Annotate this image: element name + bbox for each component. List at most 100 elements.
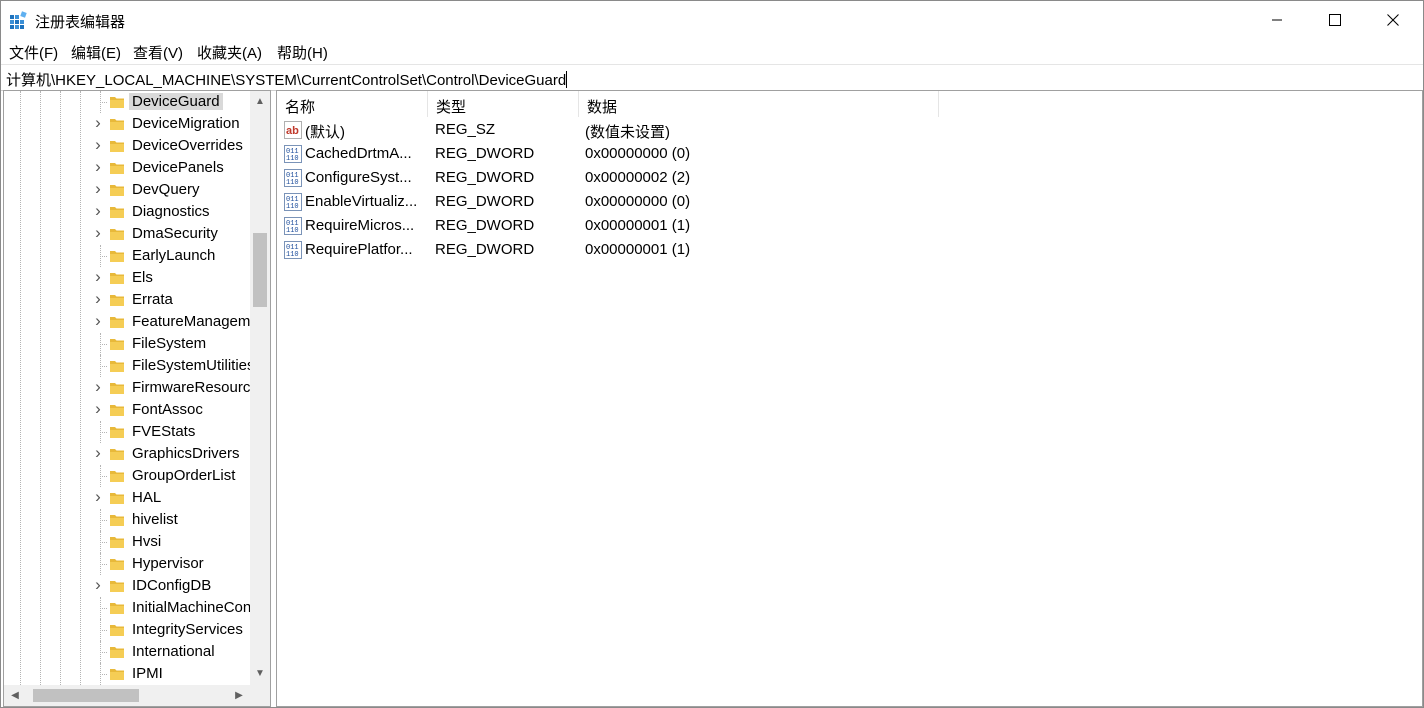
tree-node[interactable]: › Errata <box>4 289 250 311</box>
column-divider[interactable] <box>938 91 939 117</box>
tree-node[interactable]: › DeviceOverrides <box>4 135 250 157</box>
expand-chevron-icon[interactable]: › <box>92 576 104 593</box>
expand-chevron-icon[interactable]: › <box>92 224 104 241</box>
tree-node-label[interactable]: GroupOrderList <box>132 467 235 484</box>
tree-node[interactable]: › DevicePanels <box>4 157 250 179</box>
tree-node[interactable]: FileSystem <box>4 333 250 355</box>
tree-node-label[interactable]: DevQuery <box>132 181 200 198</box>
tree-vertical-scrollbar[interactable]: ▲ ▼ <box>250 91 270 685</box>
value-row[interactable]: 011 110 RequireMicros... REG_DWORD 0x0000000… <box>277 214 977 238</box>
tree-node-label[interactable]: DmaSecurity <box>132 225 218 242</box>
tree-node-label[interactable]: IntegrityServices <box>132 621 243 638</box>
tree-node[interactable]: InitialMachineConfig <box>4 597 250 619</box>
address-bar[interactable]: 计算机\HKEY_LOCAL_MACHINE\SYSTEM\CurrentCon… <box>1 64 1423 91</box>
tree-node[interactable]: › FontAssoc <box>4 399 250 421</box>
tree-node[interactable]: FVEStats <box>4 421 250 443</box>
tree-node-label[interactable]: FileSystem <box>132 335 206 352</box>
tree-node-label[interactable]: FileSystemUtilities <box>132 357 250 374</box>
tree-node[interactable]: International <box>4 641 250 663</box>
tree-node-label[interactable]: GraphicsDrivers <box>132 445 240 462</box>
expand-chevron-icon[interactable]: › <box>92 202 104 219</box>
tree-node-label[interactable]: Errata <box>132 291 173 308</box>
maximize-button[interactable] <box>1306 1 1364 39</box>
column-header-data[interactable]: 数据 <box>579 91 939 117</box>
tree-node[interactable]: FileSystemUtilities <box>4 355 250 377</box>
tree-node[interactable]: › DeviceMigration <box>4 113 250 135</box>
scroll-down-arrow[interactable]: ▼ <box>250 665 270 683</box>
tree-horizontal-scrollbar[interactable]: ◀ ▶ <box>4 685 250 706</box>
value-row[interactable]: 011 110 ConfigureSyst... REG_DWORD 0x0000000… <box>277 166 977 190</box>
tree-node[interactable]: › HAL <box>4 487 250 509</box>
horizontal-scroll-thumb[interactable] <box>33 689 139 702</box>
tree-node-label[interactable]: hivelist <box>132 511 178 528</box>
tree-node-label[interactable]: DevicePanels <box>132 159 224 176</box>
tree-node-label[interactable]: IPMI <box>132 665 163 682</box>
address-bar-container[interactable]: 计算机\HKEY_LOCAL_MACHINE\SYSTEM\CurrentCon… <box>6 69 568 90</box>
tree-node-label[interactable]: FVEStats <box>132 423 195 440</box>
tree-node-label[interactable]: Diagnostics <box>132 203 210 220</box>
tree-node[interactable]: hivelist <box>4 509 250 531</box>
value-row[interactable]: 011 110 CachedDrtmA... REG_DWORD 0x00000000 … <box>277 142 977 166</box>
tree-node-label[interactable]: InitialMachineConfig <box>132 599 250 616</box>
expand-chevron-icon[interactable]: › <box>92 114 104 131</box>
tree-node[interactable]: EarlyLaunch <box>4 245 250 267</box>
tree-node[interactable]: GroupOrderList <box>4 465 250 487</box>
scroll-right-arrow[interactable]: ▶ <box>230 685 248 706</box>
title-bar[interactable]: 注册表编辑器 <box>1 1 1423 39</box>
column-header-name[interactable]: 名称 <box>277 91 427 117</box>
tree-node[interactable]: IPMI <box>4 663 250 685</box>
tree-node-label[interactable]: DeviceMigration <box>132 115 240 132</box>
vertical-scroll-thumb[interactable] <box>253 233 267 307</box>
expand-chevron-icon[interactable]: › <box>92 136 104 153</box>
scroll-left-arrow[interactable]: ◀ <box>6 685 24 706</box>
menu-help[interactable]: 帮助(H) <box>277 42 328 63</box>
tree-node[interactable]: › FirmwareResources <box>4 377 250 399</box>
menu-favorites[interactable]: 收藏夹(A) <box>197 42 262 63</box>
minimize-button[interactable] <box>1248 1 1306 39</box>
expand-chevron-icon[interactable]: › <box>92 400 104 417</box>
tree-node-label[interactable]: EarlyLaunch <box>132 247 215 264</box>
tree-node-label[interactable]: FontAssoc <box>132 401 203 418</box>
expand-chevron-icon[interactable]: › <box>92 158 104 175</box>
value-row[interactable]: 011 110 EnableVirtualiz... REG_DWORD 0x00000… <box>277 190 977 214</box>
tree-node-label[interactable]: FirmwareResources <box>132 379 250 396</box>
scroll-up-arrow[interactable]: ▲ <box>250 93 270 111</box>
tree-node-label[interactable]: DeviceGuard <box>129 93 223 110</box>
tree-node-label[interactable]: International <box>132 643 215 660</box>
close-button[interactable] <box>1364 1 1422 39</box>
expand-chevron-icon[interactable]: › <box>92 268 104 285</box>
value-row[interactable]: ab (默认) REG_SZ (数值未设置) <box>277 118 977 142</box>
column-header-type[interactable]: 类型 <box>428 91 578 117</box>
tree-node[interactable]: › Els <box>4 267 250 289</box>
tree-node-label[interactable]: FeatureManagement <box>132 313 250 330</box>
tree-node-label[interactable]: Hypervisor <box>132 555 204 572</box>
expand-chevron-icon[interactable]: › <box>92 180 104 197</box>
menu-view[interactable]: 查看(V) <box>133 42 183 63</box>
expand-chevron-icon[interactable]: › <box>92 488 104 505</box>
tree-node[interactable]: Hypervisor <box>4 553 250 575</box>
tree-node[interactable]: › Diagnostics <box>4 201 250 223</box>
menu-file[interactable]: 文件(F) <box>9 42 58 63</box>
tree-node-label[interactable]: HAL <box>132 489 161 506</box>
tree-node[interactable]: › FeatureManagement <box>4 311 250 333</box>
tree-node-label[interactable]: Hvsi <box>132 533 161 550</box>
menu-edit[interactable]: 编辑(E) <box>71 42 121 63</box>
expand-chevron-icon[interactable]: › <box>92 290 104 307</box>
address-path[interactable]: 计算机\HKEY_LOCAL_MACHINE\SYSTEM\CurrentCon… <box>6 72 566 89</box>
tree-node[interactable]: › IDConfigDB <box>4 575 250 597</box>
tree-node-label[interactable]: Els <box>132 269 153 286</box>
tree-node-label[interactable]: IDConfigDB <box>132 577 211 594</box>
tree-node[interactable]: › DmaSecurity <box>4 223 250 245</box>
tree-node-label[interactable]: DeviceOverrides <box>132 137 243 154</box>
key-tree-pane[interactable]: DeviceGuard › DeviceMigration › DeviceOverri… <box>3 90 271 707</box>
tree-node[interactable]: DeviceGuard <box>4 91 250 113</box>
tree-node[interactable]: › DevQuery <box>4 179 250 201</box>
values-list-pane[interactable]: 名称 类型 数据 ab (默认) REG_SZ (数值未设置) 011 110 Cached… <box>276 90 1423 707</box>
expand-chevron-icon[interactable]: › <box>92 312 104 329</box>
tree-node[interactable]: Hvsi <box>4 531 250 553</box>
expand-chevron-icon[interactable]: › <box>92 378 104 395</box>
tree-node[interactable]: IntegrityServices <box>4 619 250 641</box>
expand-chevron-icon[interactable]: › <box>92 444 104 461</box>
tree-node[interactable]: › GraphicsDrivers <box>4 443 250 465</box>
value-row[interactable]: 011 110 RequirePlatfor... REG_DWORD 0x000000… <box>277 238 977 262</box>
